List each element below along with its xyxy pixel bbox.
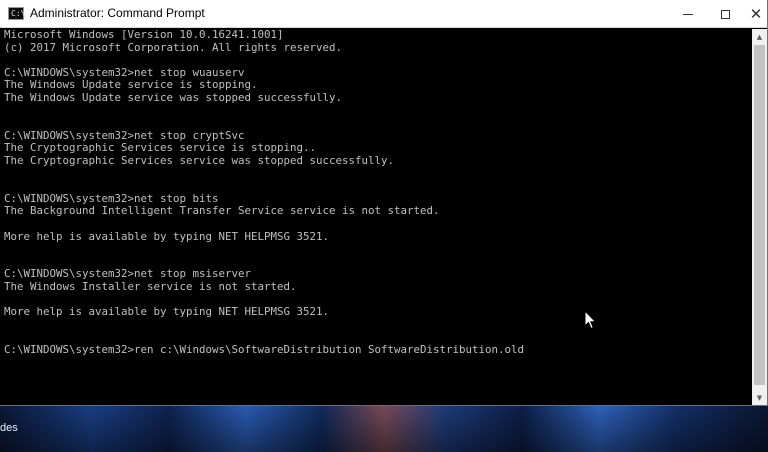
scroll-down-arrow-icon[interactable]: ▼ xyxy=(752,390,767,405)
window-title: Administrator: Command Prompt xyxy=(30,6,205,20)
scroll-thumb[interactable] xyxy=(754,45,765,385)
console-line: The Background Intelligent Transfer Serv… xyxy=(4,204,440,218)
console-line: C:\WINDOWS\system32>ren c:\Windows\Softw… xyxy=(4,342,525,356)
console-output[interactable]: Microsoft Windows [Version 10.0.16241.10… xyxy=(0,29,752,405)
minimize-icon xyxy=(683,13,693,15)
console-line: More help is available by typing NET HEL… xyxy=(4,305,330,319)
console-line: The Windows Installer service is not sta… xyxy=(4,279,297,293)
minimize-button[interactable] xyxy=(668,0,708,28)
title-bar[interactable]: C:\ Administrator: Command Prompt ✕ xyxy=(0,0,767,28)
vertical-scrollbar[interactable]: ▲ ▼ xyxy=(752,29,767,405)
desktop-background-bottom xyxy=(0,404,768,452)
close-button[interactable]: ✕ xyxy=(736,0,768,28)
console-line: The Cryptographic Services service was s… xyxy=(4,153,395,167)
console-line: C:\WINDOWS\system32>net stop msiserver xyxy=(4,267,252,281)
command-prompt-window: C:\ Administrator: Command Prompt ✕ Micr… xyxy=(0,0,768,406)
console-line: More help is available by typing NET HEL… xyxy=(4,229,330,243)
console-line: The Windows Update service was stopped s… xyxy=(4,90,343,104)
console-line: Microsoft Windows [Version 10.0.16241.10… xyxy=(4,29,284,41)
close-icon: ✕ xyxy=(749,4,763,23)
console-line: (c) 2017 Microsoft Corporation. All righ… xyxy=(4,40,343,54)
desktop-icon-label[interactable]: des xyxy=(0,422,18,434)
maximize-icon xyxy=(720,9,730,19)
scroll-up-arrow-icon[interactable]: ▲ xyxy=(752,29,767,44)
mouse-pointer-icon xyxy=(584,310,597,330)
command-prompt-icon[interactable]: C:\ xyxy=(8,7,25,20)
